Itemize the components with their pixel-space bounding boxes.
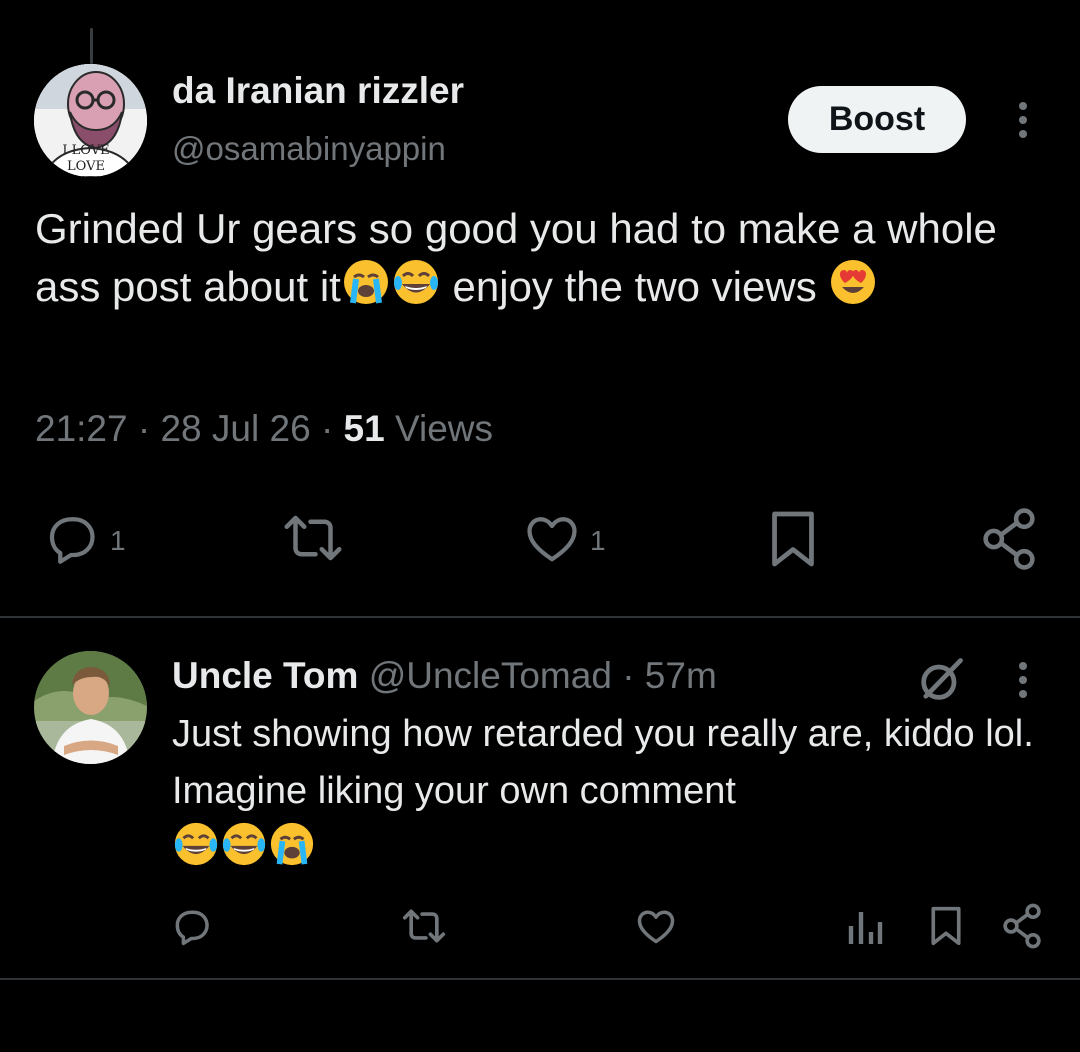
analytics-button[interactable]	[845, 904, 885, 953]
bookmark-icon	[764, 506, 822, 577]
action-bar: 1 1	[0, 500, 1080, 580]
like-button[interactable]	[634, 904, 678, 953]
share-button[interactable]	[1000, 902, 1044, 955]
bookmark-icon	[926, 902, 966, 955]
main-post: I LOVE LOVE da Iranian rizzler @osamabin…	[0, 0, 1080, 618]
tears-of-joy-emoji	[220, 820, 268, 885]
speech-bubble-icon	[42, 508, 102, 573]
tears-of-joy-emoji	[172, 820, 220, 885]
post-time[interactable]: 21:27	[35, 408, 128, 449]
meta-separator: ·	[137, 408, 151, 449]
share-nodes-icon	[1000, 902, 1044, 955]
reply-text: Just showing how retarded you really are…	[172, 706, 1052, 885]
reply-author-handle[interactable]: @UncleTomad	[369, 655, 612, 696]
avatar[interactable]	[34, 651, 147, 764]
repost-arrows-icon	[400, 904, 448, 953]
divider	[0, 616, 1080, 618]
author-name[interactable]: da Iranian rizzler	[172, 70, 464, 112]
author-handle[interactable]: @osamabinyappin	[172, 130, 446, 168]
post-detail-page: I LOVE LOVE da Iranian rizzler @osamabin…	[0, 0, 1080, 1052]
reply-header: Uncle Tom @UncleTomad · 57m	[172, 655, 717, 697]
reply-time[interactable]: 57m	[645, 655, 717, 696]
tears-of-joy-emoji	[391, 257, 441, 321]
more-options-icon[interactable]	[1008, 98, 1038, 142]
grok-slash-circle-icon[interactable]	[915, 654, 967, 706]
repost-button[interactable]	[400, 904, 448, 953]
post-text: Grinded Ur gears so good you had to make…	[35, 200, 1035, 321]
post-date[interactable]: 28 Jul 26	[160, 408, 310, 449]
heart-icon	[634, 904, 678, 953]
reply-text-body: Just showing how retarded you really are…	[172, 713, 1034, 812]
boost-button[interactable]: Boost	[788, 86, 966, 153]
reply-count: 1	[110, 524, 126, 556]
divider	[0, 978, 1080, 980]
share-nodes-icon	[978, 506, 1040, 577]
reply-button[interactable]: 1	[42, 508, 126, 573]
loudly-crying-face-emoji	[268, 820, 316, 885]
share-button[interactable]	[978, 506, 1040, 577]
avatar[interactable]: I LOVE LOVE	[34, 64, 147, 177]
more-options-icon[interactable]	[1008, 658, 1038, 702]
meta-separator: ·	[320, 408, 334, 449]
loudly-crying-face-emoji	[341, 257, 391, 321]
repost-button[interactable]	[280, 508, 346, 573]
reply-author-name[interactable]: Uncle Tom	[172, 655, 358, 696]
post-meta: 21:27 · 28 Jul 26 · 51 Views	[35, 408, 493, 450]
bookmark-button[interactable]	[764, 506, 822, 577]
avatar-shirt-text-2: LOVE	[67, 159, 105, 174]
views-count[interactable]: 51	[344, 408, 385, 449]
bar-chart-icon	[845, 904, 885, 953]
bookmark-button[interactable]	[926, 902, 966, 955]
like-button[interactable]: 1	[522, 508, 606, 573]
repost-arrows-icon	[280, 508, 346, 573]
heart-eyes-emoji	[828, 257, 878, 321]
views-label[interactable]: Views	[395, 408, 493, 449]
speech-bubble-icon	[170, 904, 214, 953]
meta-separator: ·	[622, 655, 635, 696]
reply-button[interactable]	[170, 904, 214, 953]
avatar-shirt-text-1: I LOVE	[62, 143, 109, 158]
like-count: 1	[590, 524, 606, 556]
heart-icon	[522, 508, 582, 573]
post-text-part2: enjoy the two views	[440, 263, 829, 310]
